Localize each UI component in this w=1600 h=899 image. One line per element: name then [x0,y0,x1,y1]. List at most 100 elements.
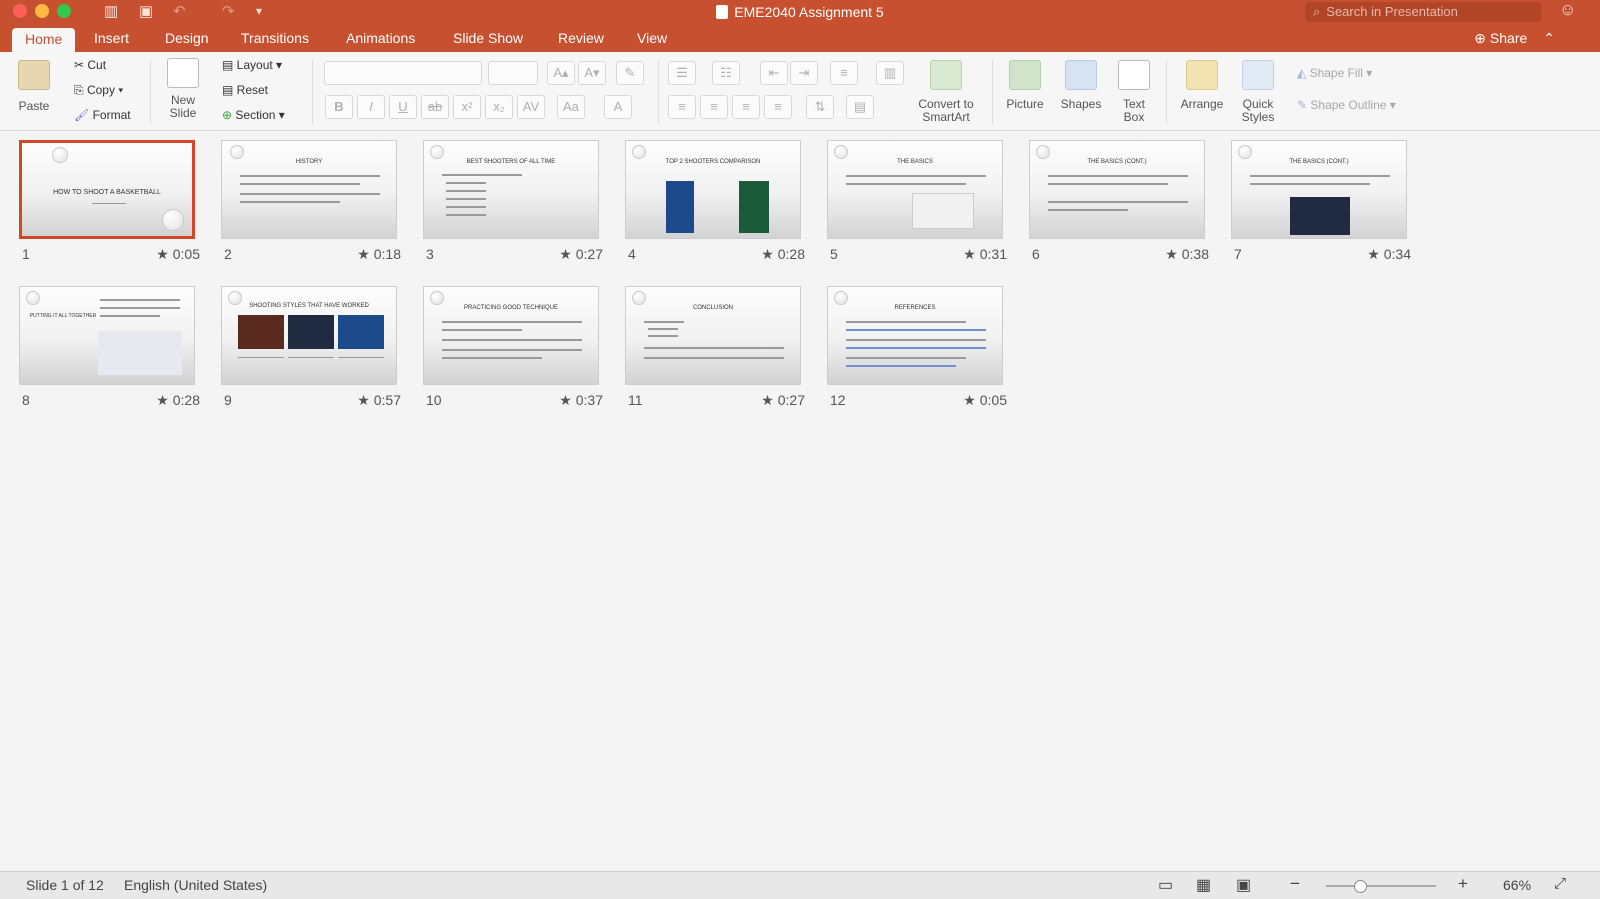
account-smiley-icon[interactable]: ☺ [1559,0,1576,20]
slide-number: 9 [224,392,232,408]
slide-thumbnail[interactable]: THE BASICS (CONT.) [1231,140,1407,239]
slide-thumbnail[interactable]: PRACTICING GOOD TECHNIQUE [423,286,599,385]
slide-title: CONCLUSION [692,305,733,311]
slide-number: 5 [830,246,838,262]
layout-button[interactable]: ▤ Layout ▾ [222,58,282,72]
picture-button[interactable]: Picture [1002,60,1048,111]
shape-outline-button[interactable]: ✎ Shape Outline ▾ [1297,98,1396,112]
clear-formatting-icon[interactable]: ✎ [616,61,644,85]
reset-button[interactable]: ▤ Reset [222,83,268,97]
bold-icon[interactable]: B [325,95,353,119]
align-text-icon[interactable]: ▤ [846,95,874,119]
slide-title: PUTTING IT ALL TOGETHER [29,313,97,319]
align-right-icon[interactable]: ≡ [732,95,760,119]
slide-thumbnail[interactable]: THE BASICS (CONT.) [1029,140,1205,239]
slide-timing: ★ 0:05 [947,392,1007,409]
slide-title: PRACTICING GOOD TECHNIQUE [464,305,558,311]
tab-review[interactable]: Review [558,30,604,46]
numbering-icon[interactable]: ☷ [712,61,740,85]
star-icon: ★ [357,246,374,262]
search-box[interactable]: ⌕ Search in Presentation [1305,2,1541,22]
text-box-label-line2: Box [1123,110,1145,124]
slide-subtitle-line [92,203,126,204]
text-direction-icon[interactable]: ⇅ [806,95,834,119]
increase-font-size-icon[interactable]: A▴ [547,61,575,85]
collapse-ribbon-icon[interactable]: ⌃ [1543,30,1555,46]
slide-thumbnail[interactable]: PUTTING IT ALL TOGETHER [19,286,195,385]
paste-button[interactable]: Paste [14,60,54,113]
new-slide-button[interactable]: New Slide [160,58,206,120]
slide-text-line [238,357,284,358]
change-case-icon[interactable]: Aa [557,95,585,119]
slide-title: THE BASICS (CONT.) [1289,159,1349,165]
slide-thumbnail[interactable]: BEST SHOOTERS OF ALL TIME [423,140,599,239]
slide-title: REFERENCES [894,305,936,311]
cut-button[interactable]: ✂ Cut [74,58,106,72]
fit-to-window-icon[interactable]: ⤢ [1554,875,1566,892]
text-box-button[interactable]: Text Box [1114,60,1154,124]
superscript-icon[interactable]: x² [453,95,481,119]
bullets-icon[interactable]: ☰ [668,61,696,85]
columns-icon[interactable]: ▥ [876,61,904,85]
zoom-level[interactable]: 66% [1503,877,1531,893]
tab-home[interactable]: Home [12,28,76,52]
increase-indent-icon[interactable]: ⇥ [790,61,818,85]
section-button[interactable]: ⊕ Section ▾ [222,108,285,122]
shape-fill-button[interactable]: ◭ Shape Fill ▾ [1297,66,1372,80]
bubble-decoration [632,291,646,305]
share-button[interactable]: ⊕ Share ⌃ [1474,30,1555,47]
slideshow-view-icon[interactable]: ▣ [1236,875,1251,895]
zoom-slider[interactable] [1326,880,1436,893]
slide-thumbnail[interactable]: TOP 2 SHOOTERS COMPARISON [625,140,801,239]
font-color-icon[interactable]: A [604,95,632,119]
text-box-icon [1118,60,1150,90]
format-painter-button[interactable]: 🖌 Format [74,108,131,122]
slide-thumbnail[interactable]: HOW TO SHOOT A BASKETBALL [19,140,195,239]
underline-icon[interactable]: U [389,95,417,119]
language-indicator[interactable]: English (United States) [124,877,267,893]
ribbon-tabs: Home Insert Design Transitions Animation… [0,25,1600,52]
line-spacing-icon[interactable]: ≡ [830,61,858,85]
slide-text-line [446,198,486,200]
tab-design[interactable]: Design [165,30,209,46]
slide-thumbnail[interactable]: REFERENCES [827,286,1003,385]
zoom-out-icon[interactable]: − [1290,874,1300,894]
section-label: Section [235,108,276,122]
strikethrough-icon[interactable]: ab [421,95,449,119]
arrange-label: Arrange [1180,97,1224,111]
subscript-icon[interactable]: x₂ [485,95,513,119]
slide-sorter-view-icon[interactable]: ▦ [1196,875,1211,895]
decrease-font-size-icon[interactable]: A▾ [578,61,606,85]
slide-thumbnail[interactable]: HISTORY [221,140,397,239]
slide-thumbnail[interactable]: THE BASICS [827,140,1003,239]
justify-icon[interactable]: ≡ [764,95,792,119]
slide-text-line [442,357,542,359]
shapes-button[interactable]: Shapes [1056,60,1106,111]
slide-text-line [446,206,486,208]
slide-thumbnail[interactable]: CONCLUSION [625,286,801,385]
align-left-icon[interactable]: ≡ [668,95,696,119]
title-bar: ▥ ▣ ↶ ↷ ▾ EME2040 Assignment 5 ⌕ Search i… [0,0,1600,25]
arrange-button[interactable]: Arrange [1176,60,1228,111]
slide-thumbnail[interactable]: SHOOTING STYLES THAT HAVE WORKED [221,286,397,385]
normal-view-icon[interactable]: ▭ [1158,875,1173,895]
decrease-indent-icon[interactable]: ⇤ [760,61,788,85]
zoom-slider-thumb[interactable] [1354,880,1367,893]
font-size-select[interactable] [488,61,538,85]
tab-transitions[interactable]: Transitions [241,30,309,46]
font-name-select[interactable] [324,61,482,85]
tab-view[interactable]: View [637,30,667,46]
tab-animations[interactable]: Animations [346,30,415,46]
convert-smartart-button[interactable]: Convert to SmartArt [912,60,980,124]
new-slide-label-line2: Slide [169,106,197,120]
italic-icon[interactable]: I [357,95,385,119]
copy-button[interactable]: ⎘ Copy ▾ [74,83,123,98]
slide-number: 10 [426,392,442,408]
align-center-icon[interactable]: ≡ [700,95,728,119]
zoom-in-icon[interactable]: + [1458,874,1468,894]
quick-styles-button[interactable]: Quick Styles [1234,60,1282,124]
tab-slide-show[interactable]: Slide Show [453,30,523,46]
tab-insert[interactable]: Insert [94,30,129,46]
character-spacing-icon[interactable]: AV [517,95,545,119]
star-icon: ★ [963,392,980,408]
